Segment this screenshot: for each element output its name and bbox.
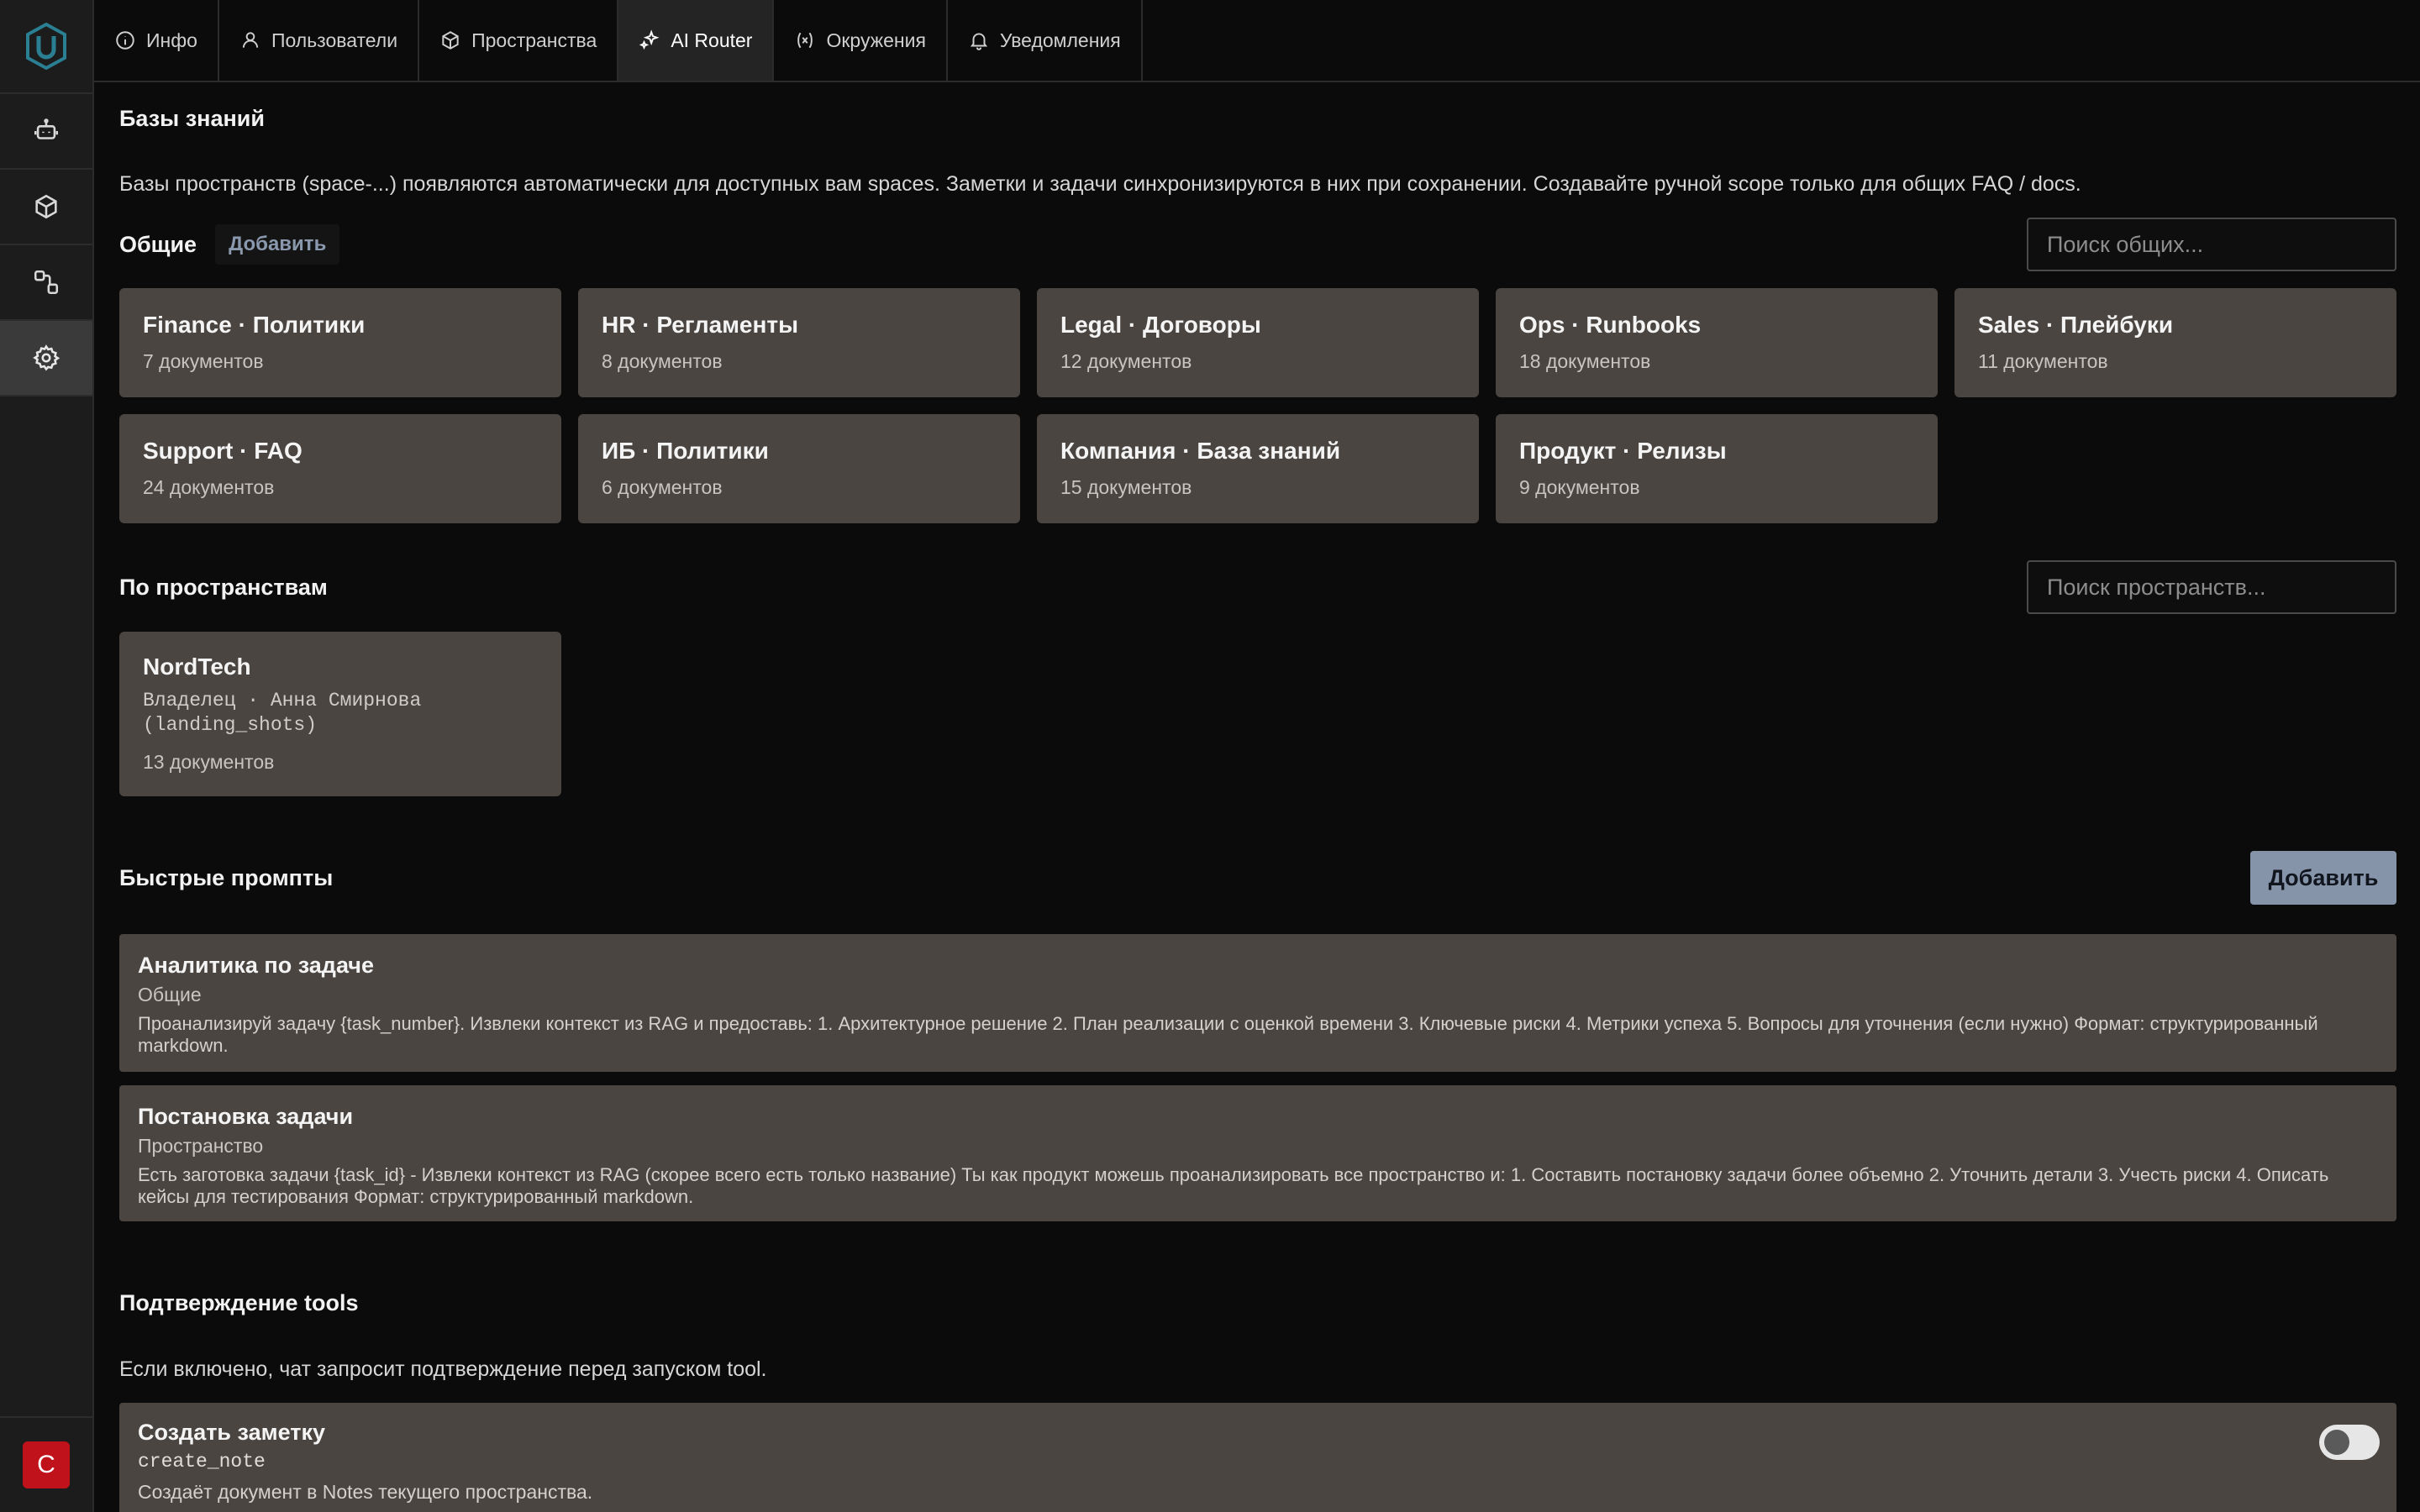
- rail-item-bot[interactable]: [0, 94, 92, 170]
- tool-description: Создаёт документ в Notes текущего простр…: [138, 1481, 593, 1503]
- tab-label: Пользователи: [271, 29, 398, 51]
- tab-label: Уведомления: [999, 29, 1121, 51]
- prompt-body: Проанализируй задачу {task_number}. Извл…: [138, 1013, 2318, 1056]
- workflow-icon: [34, 270, 59, 295]
- tools-title: Подтверждение tools: [119, 1290, 359, 1315]
- kb-title: ИБ · Политики: [602, 438, 769, 464]
- kb-card[interactable]: Support · FAQ 24 документов: [119, 414, 561, 523]
- kb-card[interactable]: Ops · Runbooks 18 документов: [1496, 288, 1938, 397]
- kb-card[interactable]: Legal · Договоры 12 документов: [1037, 288, 1479, 397]
- cube-icon: [35, 194, 57, 219]
- cube-icon: [442, 31, 459, 50]
- kb-title: Компания · База знаний: [1060, 438, 1341, 464]
- toggle-knob: [2324, 1430, 2349, 1455]
- space-owner-name: Владелец · Анна Смирнова: [143, 690, 422, 711]
- kb-count: 8 документов: [602, 350, 723, 372]
- tool-title: Создать заметку: [138, 1420, 326, 1445]
- left-rail: C: [0, 0, 94, 1512]
- kb-title: HR · Регламенты: [602, 312, 799, 338]
- spaces-header: По пространствам: [119, 559, 2396, 615]
- general-header: Общие Добавить: [119, 217, 2396, 272]
- general-label: Общие: [119, 231, 197, 257]
- bell-icon: [970, 33, 987, 50]
- tab-users[interactable]: Пользователи: [219, 0, 420, 81]
- prompts-title: Быстрые промпты: [119, 864, 334, 890]
- kb-title: Support · FAQ: [143, 438, 302, 464]
- rail-item-settings[interactable]: [0, 321, 92, 396]
- tab-info[interactable]: Инфо: [94, 0, 219, 81]
- rail-item-spaces[interactable]: [0, 170, 92, 245]
- kb-count: 6 документов: [602, 476, 723, 498]
- tool-card: Создать заметку create_note Создаёт доку…: [119, 1403, 2396, 1512]
- kb-title: Продукт · Релизы: [1519, 438, 1727, 464]
- prompt-title: Аналитика по задаче: [138, 953, 374, 978]
- rail-user: C: [0, 1416, 92, 1512]
- kb-card[interactable]: ИБ · Политики 6 документов: [578, 414, 1020, 523]
- space-title: NordTech: [143, 654, 251, 680]
- kb-count: 15 документов: [1060, 476, 1192, 498]
- prompts-header: Быстрые промпты Добавить: [119, 850, 2396, 906]
- kb-count: 12 документов: [1060, 350, 1192, 372]
- tools-description: Если включено, чат запросит подтверждени…: [119, 1357, 767, 1381]
- app-logo[interactable]: [0, 0, 92, 94]
- kb-title: Legal · Договоры: [1060, 312, 1261, 338]
- tab-label: Окружения: [826, 29, 926, 51]
- kb-card[interactable]: Finance · Политики 7 документов: [119, 288, 561, 397]
- logo-icon: [26, 22, 66, 71]
- search-general-input[interactable]: [2027, 218, 2396, 271]
- prompt-title: Постановка задачи: [138, 1104, 354, 1129]
- kb-count: 18 документов: [1519, 350, 1651, 372]
- space-card[interactable]: NordTech Владелец · Анна Смирнова (landi…: [119, 632, 561, 796]
- add-general-button[interactable]: Добавить: [215, 224, 340, 265]
- space-count: 13 документов: [143, 751, 275, 773]
- tab-label: Пространства: [471, 29, 597, 51]
- tab-label: Инфо: [146, 29, 197, 51]
- tab-environments[interactable]: Окружения: [774, 0, 948, 81]
- gear-icon: [33, 344, 60, 371]
- prompt-scope: Общие: [138, 984, 202, 1005]
- kb-card[interactable]: Sales · Плейбуки 11 документов: [1954, 288, 2396, 397]
- kb-title: Finance · Политики: [143, 312, 366, 338]
- prompt-card[interactable]: Аналитика по задаче Общие Проанализируй …: [119, 934, 2396, 1072]
- prompt-card[interactable]: Постановка задачи Пространство Есть заго…: [119, 1085, 2396, 1221]
- kb-card[interactable]: Продукт · Релизы 9 документов: [1496, 414, 1938, 523]
- kb-title: Ops · Runbooks: [1519, 312, 1702, 338]
- kb-card[interactable]: HR · Регламенты 8 документов: [578, 288, 1020, 397]
- kb-title: Sales · Плейбуки: [1978, 312, 2174, 338]
- kb-card[interactable]: Компания · База знаний 15 документов: [1037, 414, 1479, 523]
- rail-item-workflows[interactable]: [0, 245, 92, 321]
- space-owner-login: (landing_shots): [143, 714, 318, 736]
- info-icon: [116, 31, 134, 50]
- variable-icon: [797, 32, 813, 49]
- kb-count: 11 документов: [1978, 350, 2108, 372]
- bot-icon: [34, 118, 59, 139]
- kb-count: 7 документов: [143, 350, 264, 372]
- prompt-body: Есть заготовка задачи {task_id} - Извлек…: [138, 1164, 2329, 1207]
- tool-confirm-toggle[interactable]: [2319, 1425, 2380, 1460]
- add-prompt-button[interactable]: Добавить: [2250, 851, 2396, 905]
- knowledge-description: Базы пространств (space-...) появляются …: [119, 172, 2081, 196]
- by-space-label: По пространствам: [119, 574, 328, 600]
- user-icon: [242, 32, 259, 48]
- kb-count: 9 документов: [1519, 476, 1640, 498]
- tab-spaces[interactable]: Пространства: [419, 0, 619, 81]
- prompt-scope: Пространство: [138, 1135, 264, 1157]
- tab-label: AI Router: [671, 29, 753, 51]
- top-tabs: Инфо Пользователи Пространства AI Router…: [94, 0, 2420, 82]
- knowledge-title: Базы знаний: [119, 106, 265, 131]
- avatar[interactable]: C: [23, 1441, 70, 1488]
- space-owner: Владелец · Анна Смирнова (landing_shots): [143, 689, 538, 738]
- search-spaces-input[interactable]: [2027, 560, 2396, 614]
- sparkles-icon: [639, 29, 660, 50]
- kb-count: 24 документов: [143, 476, 275, 498]
- tab-ai-router[interactable]: AI Router: [618, 0, 775, 81]
- tab-notifications[interactable]: Уведомления: [948, 0, 1143, 81]
- tool-code: create_note: [138, 1451, 266, 1473]
